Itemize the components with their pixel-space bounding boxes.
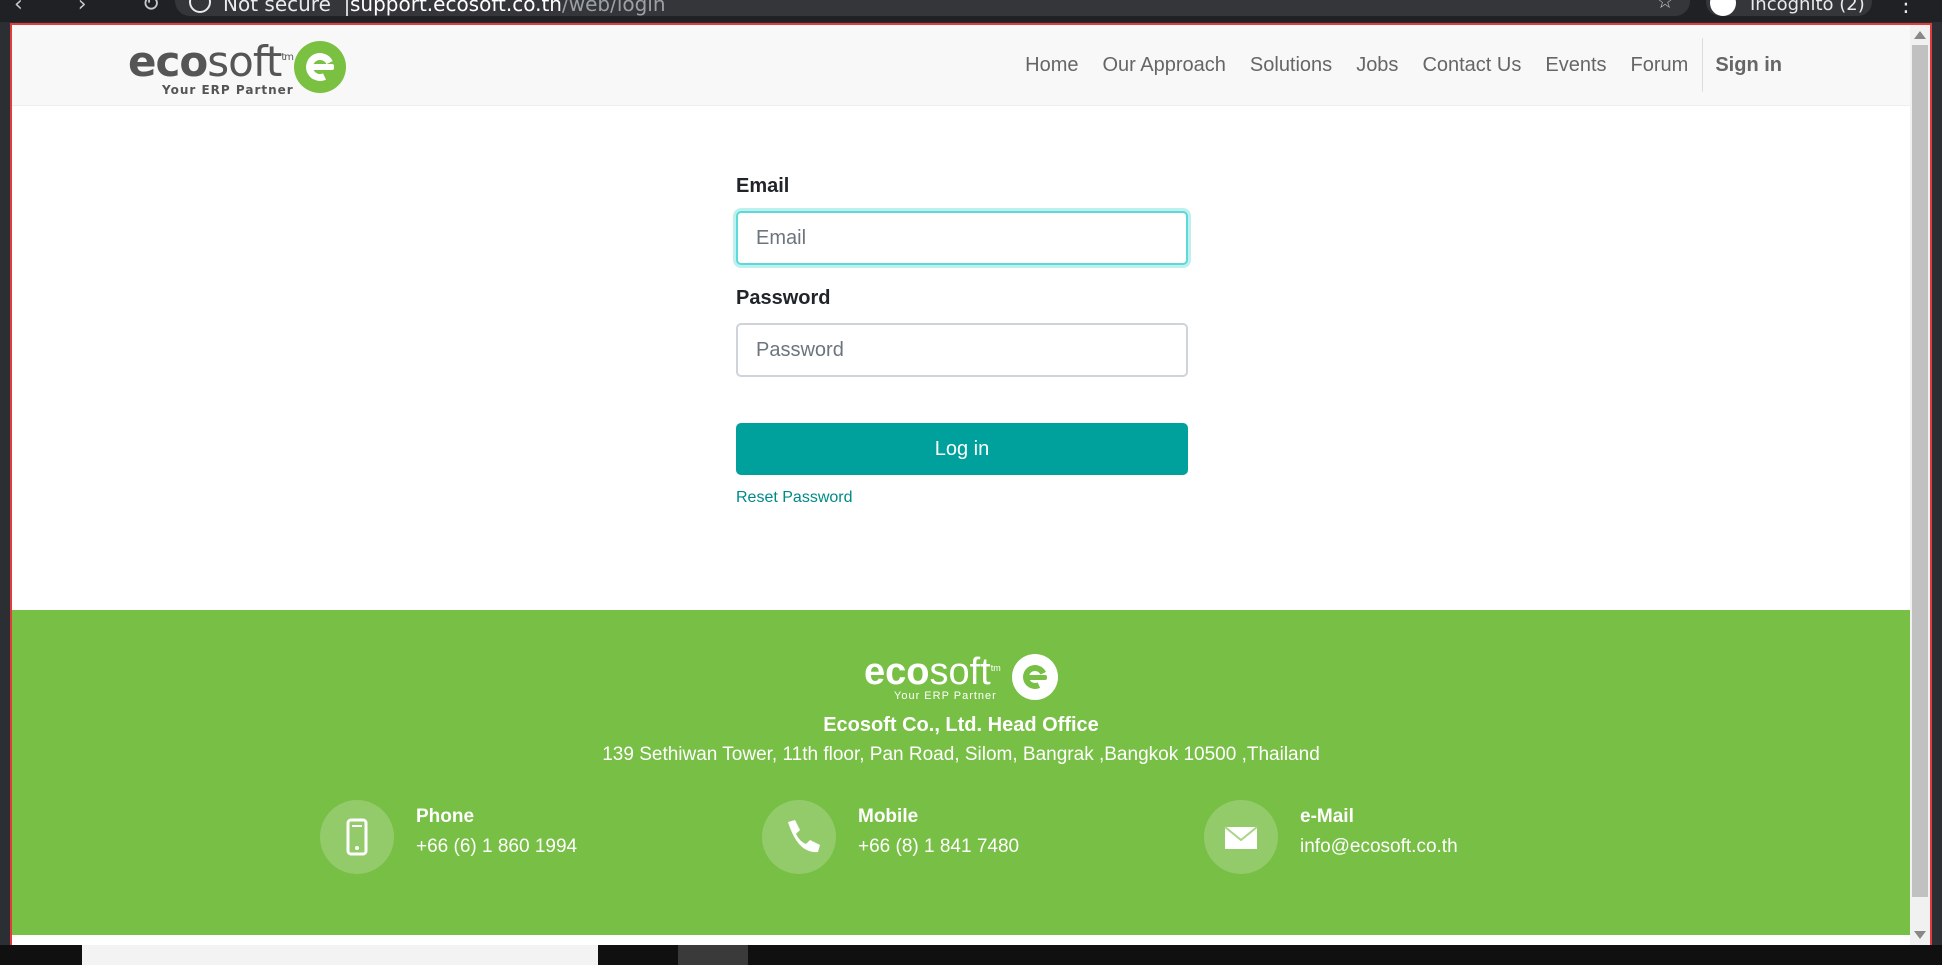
password-placeholder: Password — [756, 338, 844, 361]
logo-e-icon — [294, 41, 346, 93]
url-text[interactable]: support.ecosoft.co.th/web/login — [350, 0, 666, 16]
logo-tagline: Your ERP Partner — [162, 83, 294, 97]
nav-events[interactable]: Events — [1533, 54, 1618, 77]
password-field[interactable]: Password — [736, 323, 1188, 377]
email-field[interactable]: Email — [736, 211, 1188, 265]
incognito-avatar-icon — [1710, 0, 1736, 16]
password-label: Password — [736, 287, 831, 309]
page-viewport: ecosofttm Your ERP Partner Home Our Appr… — [10, 23, 1932, 947]
main-nav: Home Our Approach Solutions Jobs Contact… — [1013, 25, 1782, 105]
incognito-profile[interactable]: Incognito (2) — [1706, 0, 1872, 16]
ecosoft-logo[interactable]: ecosofttm Your ERP Partner — [128, 39, 358, 99]
company-name: Ecosoft Co., Ltd. Head Office — [823, 714, 1099, 736]
contact-value[interactable]: info@ecosoft.co.th — [1300, 836, 1458, 858]
email-label: Email — [736, 175, 790, 197]
contact-title: Phone — [416, 806, 475, 827]
nav-our-approach[interactable]: Our Approach — [1090, 54, 1237, 77]
nav-jobs[interactable]: Jobs — [1344, 54, 1410, 77]
browser-toolbar: ‹ › ↻ Not secure | support.ecosoft.co.th… — [0, 0, 1942, 22]
site-header: ecosofttm Your ERP Partner Home Our Appr… — [12, 25, 1910, 106]
site-footer: ecosofttm Your ERP Partner Ecosoft Co., … — [12, 610, 1910, 935]
browser-menu-icon[interactable]: ⋮ — [1895, 0, 1917, 17]
company-address: 139 Sethiwan Tower, 11th floor, Pan Road… — [602, 744, 1320, 765]
login-form: Email Email Password Password Log in Res… — [736, 175, 1188, 507]
handset-icon — [762, 800, 836, 874]
contact-value[interactable]: +66 (8) 1 841 7480 — [858, 836, 1019, 858]
scroll-up-icon[interactable] — [1914, 31, 1926, 39]
address-bar[interactable]: Not secure | support.ecosoft.co.th/web/l… — [175, 0, 1690, 16]
scrollbar-thumb[interactable] — [1912, 45, 1928, 897]
contact-title: e-Mail — [1300, 806, 1354, 827]
nav-home[interactable]: Home — [1013, 54, 1090, 77]
contact-value[interactable]: +66 (6) 1 860 1994 — [416, 836, 577, 858]
browser-nav-buttons[interactable]: ‹ › ↻ — [14, 0, 184, 17]
logo-wordmark: ecosofttm — [128, 37, 294, 86]
info-icon[interactable] — [189, 0, 211, 13]
footer-logo-e-icon — [1012, 654, 1058, 700]
scroll-down-icon[interactable] — [1914, 931, 1926, 939]
nav-contact-us[interactable]: Contact Us — [1410, 54, 1533, 77]
login-button[interactable]: Log in — [736, 423, 1188, 475]
footer-logo: ecosofttm Your ERP Partner — [864, 652, 1064, 702]
bookmark-star-icon[interactable]: ☆ — [1656, 0, 1674, 13]
taskbar-search-box[interactable] — [82, 945, 598, 965]
reset-password-link[interactable]: Reset Password — [736, 489, 1188, 507]
email-placeholder: Email — [756, 226, 807, 249]
nav-solutions[interactable]: Solutions — [1238, 54, 1344, 77]
contact-title: Mobile — [858, 806, 919, 827]
page-scrollbar[interactable] — [1910, 25, 1930, 945]
footer-logo-tagline: Your ERP Partner — [894, 690, 997, 702]
nav-forum[interactable]: Forum — [1619, 54, 1701, 77]
nav-sign-in[interactable]: Sign in — [1703, 54, 1782, 77]
envelope-icon — [1204, 800, 1278, 874]
phone-icon — [320, 800, 394, 874]
taskbar-app-icon[interactable] — [678, 945, 748, 965]
os-taskbar — [0, 945, 1942, 965]
security-status: Not secure | — [223, 0, 351, 16]
